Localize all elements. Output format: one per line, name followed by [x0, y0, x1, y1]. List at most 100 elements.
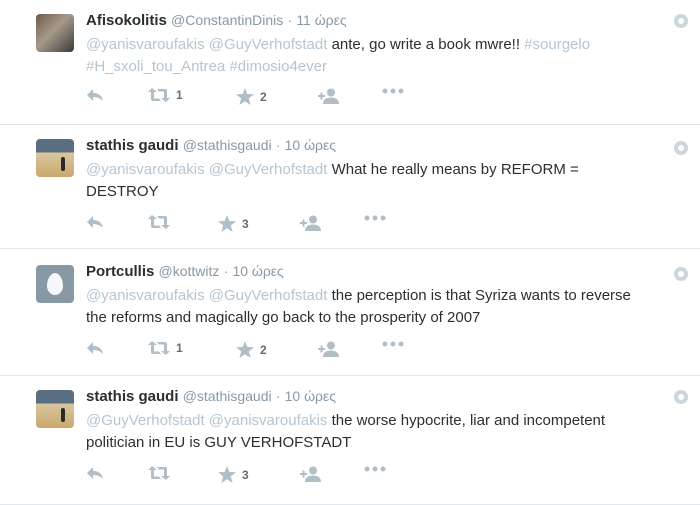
timestamp[interactable]: 10 ώρες	[232, 263, 283, 279]
separator: ·	[275, 137, 281, 153]
author-name[interactable]: stathis gaudi	[86, 388, 179, 405]
reply-button[interactable]	[86, 215, 104, 229]
follow-button[interactable]	[318, 341, 340, 357]
gear-icon[interactable]	[674, 267, 688, 281]
reply-icon	[87, 342, 103, 354]
mention-link[interactable]: @yanisvaroufakis	[86, 161, 205, 178]
tweet-header: stathis gaudi @stathisgaudi · 10 ώρες	[86, 137, 336, 154]
follow-button[interactable]	[300, 215, 322, 231]
follow-button[interactable]	[318, 88, 340, 104]
reply-icon	[87, 89, 103, 101]
follow-icon	[318, 88, 339, 104]
more-button[interactable]	[364, 215, 386, 221]
tweet-text: @yanisvaroufakis @GuyVerhofstadt ante, g…	[86, 34, 646, 78]
follow-icon	[300, 466, 321, 482]
retweet-button[interactable]	[148, 466, 176, 480]
timestamp[interactable]: 10 ώρες	[285, 388, 336, 404]
favorite-button[interactable]: 2	[236, 88, 267, 105]
star-icon	[218, 466, 236, 483]
reply-button[interactable]	[86, 88, 104, 102]
mention-link[interactable]: @yanisvaroufakis	[209, 412, 328, 429]
hashtag-link[interactable]: #dimosio4ever	[229, 58, 327, 75]
gear-icon[interactable]	[674, 141, 688, 155]
favorite-button[interactable]: 3	[218, 466, 249, 483]
avatar-figure	[61, 157, 65, 171]
favorite-button[interactable]: 3	[218, 215, 249, 232]
tweet-text-segment: ante, go write a book mwre!!	[327, 36, 525, 53]
favorite-button[interactable]: 2	[236, 341, 267, 358]
mention-link[interactable]: @yanisvaroufakis	[86, 287, 205, 304]
reply-button[interactable]	[86, 466, 104, 480]
tweet-text: @yanisvaroufakis @GuyVerhofstadt the per…	[86, 285, 646, 329]
more-icon	[382, 341, 404, 347]
mention-link[interactable]: @GuyVerhofstadt	[209, 287, 328, 304]
tweet-actions: 3	[86, 466, 446, 486]
mention-link[interactable]: @GuyVerhofstadt	[209, 161, 328, 178]
more-button[interactable]	[364, 466, 386, 472]
tweet-text: @yanisvaroufakis @GuyVerhofstadt What he…	[86, 159, 646, 203]
gear-icon[interactable]	[674, 14, 688, 28]
retweet-count: 1	[176, 341, 183, 355]
favorite-count: 3	[242, 216, 249, 231]
timestamp[interactable]: 11 ώρες	[296, 12, 346, 28]
star-icon	[236, 88, 254, 105]
more-icon	[364, 215, 386, 221]
retweet-button[interactable]: 1	[148, 341, 183, 355]
favorite-count: 2	[260, 89, 267, 104]
more-icon	[382, 88, 404, 94]
avatar[interactable]	[36, 390, 74, 428]
tweet-actions: 1 2	[86, 341, 446, 361]
tweet-actions: 3	[86, 215, 446, 235]
author-handle[interactable]: @kottwitz	[159, 263, 220, 279]
retweet-icon	[148, 88, 170, 102]
mention-link[interactable]: @GuyVerhofstadt	[86, 412, 205, 429]
hashtag-link[interactable]: #sourgelo	[524, 36, 590, 53]
author-handle[interactable]: @stathisgaudi	[183, 137, 272, 153]
tweet-actions: 1 2	[86, 88, 446, 108]
retweet-button[interactable]: 1	[148, 88, 183, 102]
star-icon	[218, 215, 236, 232]
more-button[interactable]	[382, 88, 404, 94]
follow-icon	[318, 341, 339, 357]
reply-button[interactable]	[86, 341, 104, 355]
tweet-header: Portcullis @kottwitz · 10 ώρες	[86, 263, 284, 280]
avatar-figure	[61, 408, 65, 422]
hashtag-link[interactable]: #H_sxoli_tou_Antrea	[86, 58, 225, 75]
retweet-icon	[148, 215, 170, 229]
tweet-header: Afisokolitis @ConstantinDinis · 11 ώρες	[86, 12, 347, 29]
more-button[interactable]	[382, 341, 404, 347]
tweet-text: @GuyVerhofstadt @yanisvaroufakis the wor…	[86, 410, 646, 454]
author-name[interactable]: stathis gaudi	[86, 137, 179, 154]
tweet[interactable]: Afisokolitis @ConstantinDinis · 11 ώρες …	[0, 0, 700, 125]
gear-icon[interactable]	[674, 390, 688, 404]
tweet-feed: Afisokolitis @ConstantinDinis · 11 ώρες …	[0, 0, 700, 505]
retweet-icon	[148, 466, 170, 480]
avatar[interactable]	[36, 265, 74, 303]
author-handle[interactable]: @ConstantinDinis	[171, 12, 283, 28]
author-handle[interactable]: @stathisgaudi	[183, 388, 272, 404]
more-icon	[364, 466, 386, 472]
retweet-button[interactable]	[148, 215, 176, 229]
author-name[interactable]: Afisokolitis	[86, 12, 167, 29]
avatar[interactable]	[36, 14, 74, 52]
star-icon	[236, 341, 254, 358]
tweet-header: stathis gaudi @stathisgaudi · 10 ώρες	[86, 388, 336, 405]
timestamp[interactable]: 10 ώρες	[285, 137, 336, 153]
separator: ·	[223, 263, 229, 279]
separator: ·	[287, 12, 293, 28]
follow-button[interactable]	[300, 466, 322, 482]
favorite-count: 2	[260, 342, 267, 357]
tweet[interactable]: Portcullis @kottwitz · 10 ώρες @yanisvar…	[0, 249, 700, 376]
default-egg-icon	[47, 273, 63, 295]
avatar[interactable]	[36, 139, 74, 177]
tweet[interactable]: stathis gaudi @stathisgaudi · 10 ώρες @G…	[0, 376, 700, 505]
favorite-count: 3	[242, 467, 249, 482]
author-name[interactable]: Portcullis	[86, 263, 154, 280]
reply-icon	[87, 216, 103, 228]
tweet[interactable]: stathis gaudi @stathisgaudi · 10 ώρες @y…	[0, 125, 700, 249]
mention-link[interactable]: @yanisvaroufakis	[86, 36, 205, 53]
follow-icon	[300, 215, 321, 231]
mention-link[interactable]: @GuyVerhofstadt	[209, 36, 328, 53]
reply-icon	[87, 467, 103, 479]
retweet-icon	[148, 341, 170, 355]
